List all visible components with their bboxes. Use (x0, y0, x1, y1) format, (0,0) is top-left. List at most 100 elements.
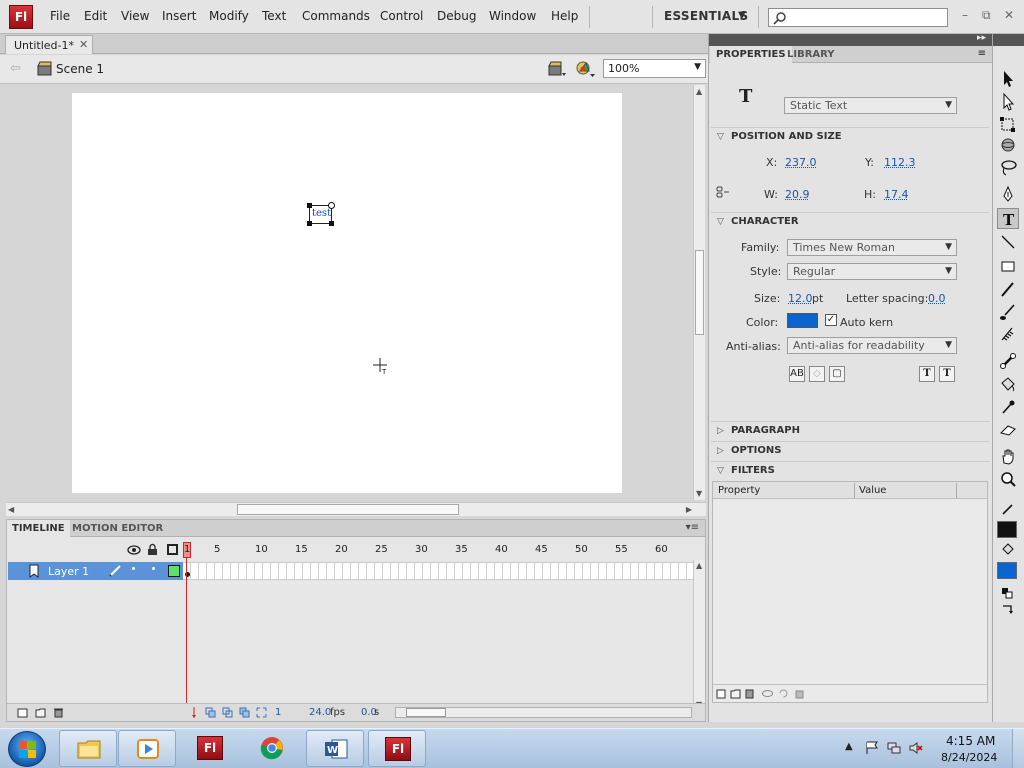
pencil-tool-icon[interactable] (997, 279, 1019, 300)
presets-icon[interactable] (730, 688, 741, 699)
y-value[interactable]: 112.3 (884, 156, 916, 169)
lock-icon[interactable] (147, 543, 158, 556)
clipboard-icon[interactable] (744, 688, 755, 699)
show-hidden-icons-icon[interactable]: ▲ (845, 741, 859, 755)
edit-multiple-frames-icon[interactable] (239, 707, 250, 718)
x-value[interactable]: 237.0 (785, 156, 817, 169)
eraser-tool-icon[interactable] (997, 420, 1019, 441)
eye-icon[interactable] (127, 544, 141, 556)
onion-skin-outlines-icon[interactable] (222, 707, 233, 718)
start-button[interactable] (8, 731, 46, 767)
letter-spacing-value[interactable]: 0.0 (928, 292, 946, 305)
center-frame-icon[interactable] (189, 707, 200, 718)
menu-control[interactable]: Control (380, 9, 423, 23)
new-folder-icon[interactable] (35, 707, 46, 718)
outline-toggle[interactable] (168, 565, 180, 577)
line-tool-icon[interactable] (997, 232, 1019, 253)
scroll-thumb[interactable] (237, 504, 459, 515)
outline-icon[interactable] (167, 544, 178, 555)
scroll-left-icon[interactable]: ◀ (8, 505, 14, 514)
menu-edit[interactable]: Edit (84, 9, 107, 23)
clock-date[interactable]: 8/24/2024 (941, 751, 997, 764)
reset-filter-icon[interactable] (778, 688, 789, 699)
render-html-button[interactable]: ◇ (809, 366, 825, 382)
show-border-button[interactable]: ▢ (829, 366, 845, 382)
h-value[interactable]: 17.4 (884, 188, 909, 201)
close-button[interactable]: ✕ (1004, 8, 1014, 22)
font-size-value[interactable]: 12.0 (788, 292, 813, 305)
hand-tool-icon[interactable] (997, 446, 1019, 467)
selected-text-object[interactable]: test (307, 202, 335, 226)
volume-muted-icon[interactable] (909, 741, 923, 755)
resize-handle[interactable] (307, 221, 312, 226)
zoom-tool-icon[interactable] (997, 469, 1019, 490)
menu-file[interactable]: File (50, 9, 70, 23)
scroll-up-icon[interactable]: ▲ (696, 561, 702, 570)
zoom-select[interactable]: 100% ▼ (603, 59, 706, 78)
taskbar-flash-1[interactable]: Fl (181, 730, 239, 767)
swap-colors-icon[interactable] (997, 600, 1019, 621)
scroll-thumb[interactable] (695, 250, 704, 335)
delete-filter-icon[interactable] (794, 688, 805, 699)
flag-icon[interactable] (865, 741, 879, 755)
frame-rate-value[interactable]: 24.0 (309, 707, 331, 718)
brush-tool-icon[interactable] (997, 302, 1019, 323)
fill-color-swatch[interactable] (997, 562, 1017, 579)
scroll-right-icon[interactable]: ▶ (686, 505, 692, 514)
chevron-down-icon[interactable]: ▼ (738, 10, 746, 21)
trash-icon[interactable] (53, 707, 64, 718)
auto-kern-checkbox[interactable]: ✓ (825, 314, 837, 326)
3d-rotation-tool-icon[interactable] (997, 135, 1019, 156)
visibility-toggle[interactable] (132, 567, 135, 570)
minimize-button[interactable]: – (962, 8, 968, 22)
scroll-down-icon[interactable]: ▼ (696, 489, 702, 498)
taskbar-media-player[interactable] (118, 730, 176, 767)
font-style-select[interactable]: Regular ▼ (787, 263, 957, 280)
rectangle-tool-icon[interactable] (997, 256, 1019, 277)
resize-handle[interactable] (307, 203, 312, 208)
lock-toggle[interactable] (152, 567, 155, 570)
stroke-color-swatch[interactable] (997, 521, 1017, 538)
menu-insert[interactable]: Insert (162, 9, 196, 23)
panel-menu-icon[interactable]: ≡ (978, 48, 986, 59)
restore-button[interactable]: ⧉ (982, 8, 991, 23)
menu-debug[interactable]: Debug (437, 9, 476, 23)
section-character[interactable]: ▽ CHARACTER (711, 212, 989, 230)
scroll-thumb[interactable] (406, 708, 446, 717)
modify-onion-markers-icon[interactable] (256, 707, 267, 718)
deco-tool-icon[interactable] (997, 324, 1019, 345)
menu-help[interactable]: Help (551, 9, 578, 23)
resize-handle[interactable] (329, 221, 334, 226)
menu-modify[interactable]: Modify (209, 9, 249, 23)
current-frame-value[interactable]: 1 (275, 707, 281, 718)
flash-logo[interactable]: Fl (9, 5, 33, 29)
timeline-horizontal-scrollbar[interactable] (395, 707, 692, 718)
edit-scene-icon[interactable] (547, 60, 567, 78)
collapse-panel-icon[interactable]: ▸▸ (977, 33, 986, 43)
onion-skin-icon[interactable] (205, 707, 216, 718)
tab-library[interactable]: LIBRARY (781, 46, 841, 63)
enable-filter-icon[interactable] (762, 688, 773, 699)
free-transform-tool-icon[interactable] (997, 114, 1019, 135)
stage-vertical-scrollbar[interactable]: ▲ ▼ (693, 85, 705, 500)
tab-properties[interactable]: PROPERTIES (710, 46, 792, 63)
selection-tool-icon[interactable] (997, 68, 1019, 89)
subselection-tool-icon[interactable] (997, 91, 1019, 112)
search-input[interactable] (768, 8, 948, 27)
panel-menu-icon[interactable]: ▾≡ (686, 522, 699, 533)
document-tab[interactable]: Untitled-1* ✕ (5, 35, 93, 54)
menu-view[interactable]: View (121, 9, 149, 23)
text-type-select[interactable]: Static Text ▼ (784, 97, 957, 114)
layer-row[interactable]: Layer 1 (8, 562, 183, 580)
section-filters[interactable]: ▽ FILTERS (711, 461, 989, 479)
text-width-handle[interactable] (328, 202, 335, 209)
menu-text[interactable]: Text (262, 9, 286, 23)
show-desktop-button[interactable] (1012, 729, 1024, 768)
font-family-select[interactable]: Times New Roman ▼ (787, 239, 957, 256)
taskbar-word[interactable]: W (306, 730, 364, 767)
tab-timeline[interactable]: TIMELINE (7, 520, 70, 537)
taskbar-chrome[interactable] (243, 730, 301, 767)
section-options[interactable]: ▷ OPTIONS (711, 441, 989, 459)
selectable-text-button[interactable]: AB (789, 366, 805, 382)
link-icon[interactable] (716, 185, 730, 199)
